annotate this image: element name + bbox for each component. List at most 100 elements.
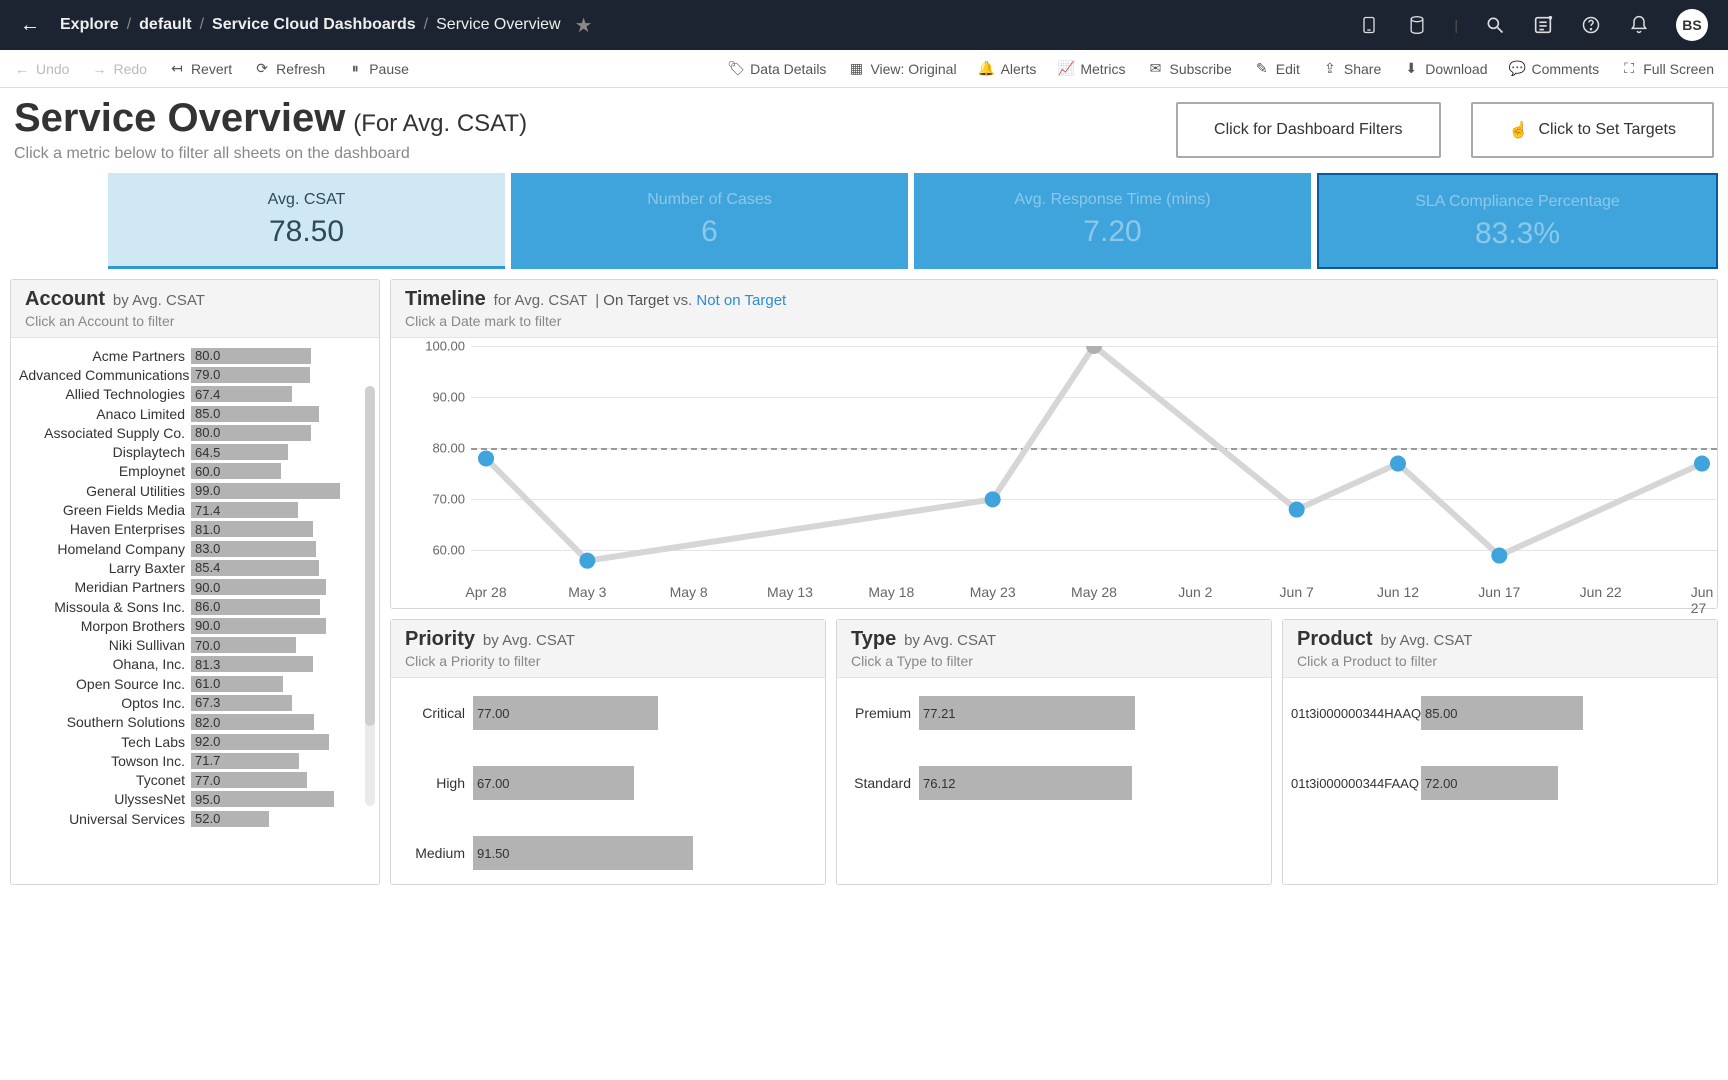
account-row[interactable]: Missoula & Sons Inc.86.0 xyxy=(19,597,361,616)
set-targets-button[interactable]: ☝Click to Set Targets xyxy=(1471,102,1714,158)
timeline-point[interactable] xyxy=(478,450,494,466)
undo-button[interactable]: ←Undo xyxy=(14,61,69,77)
view-button[interactable]: ▦View: Original xyxy=(848,61,956,77)
tile-value: 83.3% xyxy=(1319,217,1716,251)
timeline-point[interactable] xyxy=(1289,502,1305,518)
revert-button[interactable]: ↤Revert xyxy=(169,61,232,77)
bar-row[interactable]: 01t3i000000344HAAQ85.00 xyxy=(1291,696,1709,730)
bar-row[interactable]: 01t3i000000344FAAQ72.00 xyxy=(1291,766,1709,800)
x-axis-label: May 18 xyxy=(868,584,914,600)
comments-button[interactable]: 💬Comments xyxy=(1510,61,1600,77)
tile-sla[interactable]: SLA Compliance Percentage 83.3% xyxy=(1317,173,1718,269)
account-row[interactable]: Anaco Limited85.0 xyxy=(19,404,361,423)
account-row[interactable]: Advanced Communications79.0 xyxy=(19,365,361,384)
crumb-default[interactable]: default xyxy=(139,16,191,34)
account-row[interactable]: General Utilities99.0 xyxy=(19,481,361,500)
favorite-star-icon[interactable]: ★ xyxy=(575,13,593,38)
account-row[interactable]: Acme Partners80.0 xyxy=(19,346,361,365)
account-row[interactable]: Associated Supply Co.80.0 xyxy=(19,423,361,442)
account-value: 61.0 xyxy=(195,676,220,691)
account-bar: 99.0 xyxy=(191,483,340,499)
redo-button[interactable]: →Redo xyxy=(91,61,146,77)
account-bar: 92.0 xyxy=(191,734,329,750)
account-row[interactable]: Ohana, Inc.81.3 xyxy=(19,655,361,674)
data-details-button[interactable]: 🏷Data Details xyxy=(728,61,826,77)
help-icon[interactable] xyxy=(1580,14,1602,36)
account-row[interactable]: Tech Labs92.0 xyxy=(19,732,361,751)
account-bar: 67.3 xyxy=(191,695,292,711)
alerts-button[interactable]: 🔔Alerts xyxy=(979,61,1037,77)
timeline-point[interactable] xyxy=(1694,456,1710,472)
database-icon[interactable] xyxy=(1406,14,1428,36)
timeline-point[interactable] xyxy=(985,491,1001,507)
bar-value: 77.00 xyxy=(477,706,510,721)
download-button[interactable]: ⬇Download xyxy=(1403,61,1487,77)
account-value: 80.0 xyxy=(195,425,220,440)
download-icon: ⬇ xyxy=(1403,61,1419,77)
tile-cases[interactable]: Number of Cases 6 xyxy=(511,173,908,269)
bar-row[interactable]: Premium77.21 xyxy=(845,696,1263,730)
type-hint: Click a Type to filter xyxy=(851,653,1257,669)
search-icon[interactable] xyxy=(1484,14,1506,36)
account-row[interactable]: Optos Inc.67.3 xyxy=(19,693,361,712)
pause-button[interactable]: ⏸Pause xyxy=(347,61,409,77)
product-title: Product xyxy=(1297,628,1373,650)
x-axis-label: Jun 27 xyxy=(1691,584,1714,616)
timeline-chart[interactable]: 60.0070.0080.0090.00100.00 Apr 28May 3Ma… xyxy=(391,338,1717,608)
priority-chart[interactable]: Critical77.00 High67.00 Medium91.50 xyxy=(391,678,825,884)
bar-row[interactable]: Critical77.00 xyxy=(399,696,817,730)
avatar[interactable]: BS xyxy=(1676,9,1708,41)
metrics-button[interactable]: 📈Metrics xyxy=(1058,61,1125,77)
timeline-point[interactable] xyxy=(1491,548,1507,564)
account-bar: 67.4 xyxy=(191,386,292,402)
account-row[interactable]: Employnet60.0 xyxy=(19,462,361,481)
x-axis-label: May 3 xyxy=(568,584,606,600)
scrollbar[interactable] xyxy=(365,386,375,806)
account-value: 85.4 xyxy=(195,560,220,575)
account-row[interactable]: Southern Solutions82.0 xyxy=(19,713,361,732)
account-row[interactable]: Displaytech64.5 xyxy=(19,442,361,461)
account-row[interactable]: Towson Inc.71.7 xyxy=(19,751,361,770)
fullscreen-button[interactable]: ⛶Full Screen xyxy=(1621,61,1714,77)
account-name: Southern Solutions xyxy=(19,714,191,730)
subscribe-button[interactable]: ✉Subscribe xyxy=(1147,61,1231,77)
account-row[interactable]: Tyconet77.0 xyxy=(19,771,361,790)
account-row[interactable]: Homeland Company83.0 xyxy=(19,539,361,558)
y-axis-label: 90.00 xyxy=(417,390,465,405)
list-icon[interactable] xyxy=(1532,14,1554,36)
edit-button[interactable]: ✎Edit xyxy=(1254,61,1300,77)
type-chart[interactable]: Premium77.21 Standard76.12 xyxy=(837,678,1271,814)
tile-avg-csat[interactable]: Avg. CSAT 78.50 xyxy=(108,173,505,269)
bar-row[interactable]: Medium91.50 xyxy=(399,836,817,870)
account-row[interactable]: Niki Sullivan70.0 xyxy=(19,635,361,654)
refresh-button[interactable]: ⟳Refresh xyxy=(254,61,325,77)
account-row[interactable]: Allied Technologies67.4 xyxy=(19,385,361,404)
account-row[interactable]: Universal Services52.0 xyxy=(19,809,361,828)
account-row[interactable]: Haven Enterprises81.0 xyxy=(19,520,361,539)
account-row[interactable]: Morpon Brothers90.0 xyxy=(19,616,361,635)
dashboard-filters-button[interactable]: Click for Dashboard Filters xyxy=(1176,102,1441,158)
bar-row[interactable]: High67.00 xyxy=(399,766,817,800)
account-row[interactable]: Meridian Partners90.0 xyxy=(19,578,361,597)
crumb-dashboards[interactable]: Service Cloud Dashboards xyxy=(212,16,416,34)
account-row[interactable]: UlyssesNet95.0 xyxy=(19,790,361,809)
tile-response-time[interactable]: Avg. Response Time (mins) 7.20 xyxy=(914,173,1311,269)
account-row[interactable]: Open Source Inc.61.0 xyxy=(19,674,361,693)
type-panel: Type by Avg. CSAT Click a Type to filter… xyxy=(836,619,1272,885)
crumb-explore[interactable]: Explore xyxy=(60,16,119,34)
bell-icon[interactable] xyxy=(1628,14,1650,36)
account-row[interactable]: Green Fields Media71.4 xyxy=(19,500,361,519)
product-chart[interactable]: 01t3i000000344HAAQ85.00 01t3i000000344FAA… xyxy=(1283,678,1717,814)
bar-row[interactable]: Standard76.12 xyxy=(845,766,1263,800)
account-list[interactable]: Acme Partners80.0Advanced Communications… xyxy=(19,346,371,834)
x-axis-label: Jun 22 xyxy=(1580,584,1622,600)
page-header: Service Overview (For Avg. CSAT) Click a… xyxy=(0,88,1728,173)
back-arrow-icon[interactable]: ← xyxy=(20,14,40,37)
share-button[interactable]: ⇪Share xyxy=(1322,61,1381,77)
scrollbar-thumb[interactable] xyxy=(365,386,375,726)
account-value: 79.0 xyxy=(195,367,220,382)
device-icon[interactable] xyxy=(1358,14,1380,36)
account-row[interactable]: Larry Baxter85.4 xyxy=(19,558,361,577)
timeline-point[interactable] xyxy=(579,553,595,569)
timeline-point[interactable] xyxy=(1390,456,1406,472)
